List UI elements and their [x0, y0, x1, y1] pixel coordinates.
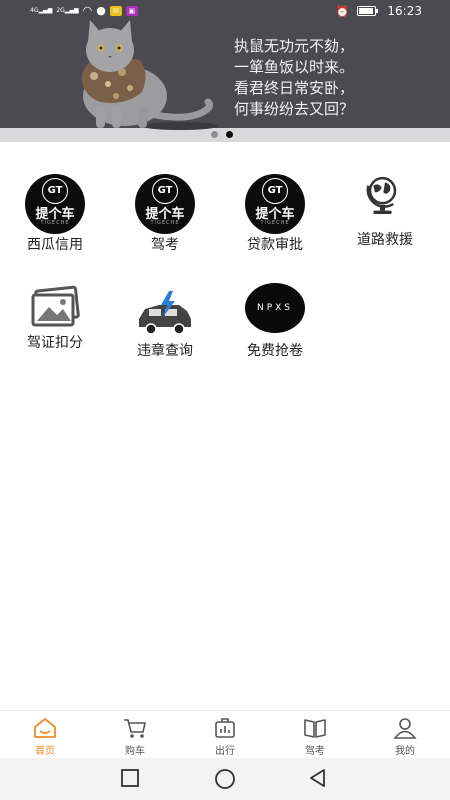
carousel-dots[interactable]: [211, 131, 233, 138]
tab-driving-test[interactable]: 驾考: [270, 711, 360, 759]
tab-profile[interactable]: 我的: [360, 711, 450, 759]
cat-photo: [81, 20, 218, 130]
car-lightning-icon: [139, 291, 191, 335]
poem-line: 何事纷纷去又回？: [234, 100, 355, 118]
tab-travel[interactable]: 出行: [180, 711, 270, 759]
home-button[interactable]: [214, 768, 236, 790]
shortcut-free-coupon[interactable]: NPXS 免费抢卷: [220, 278, 330, 364]
shortcut-label: 免费抢卷: [247, 343, 303, 359]
carousel-dot-active[interactable]: [226, 131, 233, 138]
logo-subtext: TIGECHE: [150, 220, 180, 226]
tab-home[interactable]: 首页: [0, 711, 90, 759]
poem-line: 一箪鱼饭以时来。: [234, 58, 355, 76]
poem-line: 执鼠无功元不劾，: [234, 37, 355, 55]
logo-subtext: TIGECHE: [260, 220, 290, 226]
app-notification-icon: ▣: [125, 5, 138, 16]
shortcut-driving-test[interactable]: GT 提个车 TIGECHE 驾考: [110, 174, 220, 260]
message-icon: ●: [96, 4, 106, 17]
shortcut-label: 道路救援: [357, 232, 413, 248]
shortcut-label: 驾考: [151, 237, 179, 253]
tigeche-logo-icon: GT 提个车 TIGECHE: [245, 174, 305, 234]
home-icon: [34, 718, 56, 738]
tigeche-logo-icon: GT 提个车 TIGECHE: [135, 174, 195, 234]
bottom-tab-bar: 首页 购车 出行 驾考 我的: [0, 710, 450, 759]
clock: 16:23: [387, 4, 422, 18]
shortcut-label: 贷款审批: [247, 237, 303, 253]
banner-poem: 执鼠无功元不劾， 一箪鱼饭以时来。 看君终日常安卧， 何事纷纷去又回？: [234, 36, 434, 120]
logo-ring-text: GT: [152, 178, 178, 204]
book-icon: [304, 719, 326, 738]
tab-label: 我的: [395, 746, 415, 757]
alarm-icon: ⏰: [335, 4, 350, 18]
tigeche-logo-icon: GT 提个车 TIGECHE: [25, 174, 85, 234]
tab-label: 购车: [125, 746, 145, 757]
shortcut-road-rescue[interactable]: 道路救援: [330, 174, 440, 260]
signal-label: 4G: [30, 7, 39, 14]
luggage-icon: [215, 718, 235, 738]
cart-icon: [124, 719, 146, 738]
poem-line: 看君终日常安卧，: [234, 79, 355, 97]
globe-icon: [366, 176, 397, 214]
tab-buy-car[interactable]: 购车: [90, 711, 180, 759]
app-notification-icon: ✉: [109, 5, 122, 16]
person-icon: [393, 718, 417, 739]
tab-label: 首页: [35, 746, 55, 757]
signal-icon: 4G▂▄▆: [30, 7, 53, 14]
carousel-dot[interactable]: [211, 131, 218, 138]
tab-label: 出行: [215, 746, 235, 757]
back-button[interactable]: [308, 768, 328, 788]
banner-carousel[interactable]: 执鼠无功元不劾， 一箪鱼饭以时来。 看君终日常安卧， 何事纷纷去又回？ 4G▂▄…: [0, 0, 450, 142]
status-bar: 4G▂▄▆ 2G▂▄▆ ◠ ● ✉ ▣ ⏰ 16:23: [0, 0, 450, 24]
shortcut-label: 西瓜信用: [27, 237, 83, 253]
tab-label: 驾考: [305, 746, 325, 757]
logo-subtext: TIGECHE: [40, 220, 70, 226]
wifi-icon: ◠: [82, 4, 93, 17]
system-nav-bar: [0, 758, 450, 800]
battery-icon: [357, 6, 379, 16]
npxs-logo-icon: NPXS: [245, 278, 305, 338]
logo-ring-text: GT: [42, 178, 68, 204]
shortcut-label: 驾证扣分: [27, 335, 83, 351]
signal-label: 2G: [56, 7, 65, 14]
npxs-logo-text: NPXS: [245, 283, 305, 333]
shortcut-license-points[interactable]: 驾证扣分: [0, 278, 110, 364]
logo-ring-text: GT: [262, 178, 288, 204]
shortcut-loan-approval[interactable]: GT 提个车 TIGECHE 贷款审批: [220, 174, 330, 260]
shortcut-xigua-credit[interactable]: GT 提个车 TIGECHE 西瓜信用: [0, 174, 110, 260]
shortcut-violation-query[interactable]: 违章查询: [110, 284, 220, 370]
shortcut-label: 违章查询: [137, 343, 193, 359]
recents-button[interactable]: [120, 768, 140, 788]
signal-icon: 2G▂▄▆: [56, 7, 79, 14]
photo-icon: [31, 285, 80, 327]
